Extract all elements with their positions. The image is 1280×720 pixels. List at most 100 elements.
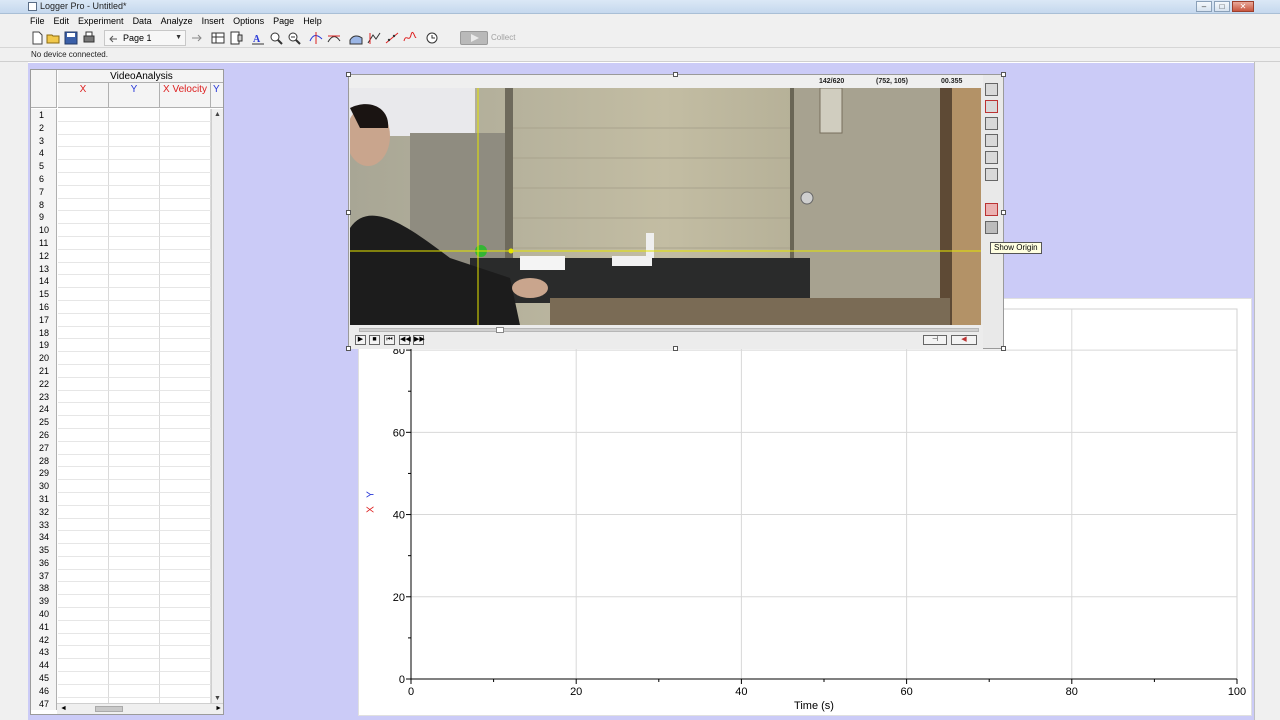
table-row[interactable]: 36 <box>31 556 223 570</box>
table-cell[interactable] <box>109 160 160 173</box>
table-cell[interactable] <box>160 531 211 545</box>
table-cell[interactable] <box>109 275 160 289</box>
table-cell[interactable] <box>58 288 109 301</box>
table-cell[interactable] <box>58 339 109 353</box>
scroll-up-icon[interactable]: ▲ <box>214 111 221 118</box>
table-cell[interactable] <box>109 659 160 673</box>
table-cell[interactable] <box>58 313 109 327</box>
table-cell[interactable] <box>58 467 109 481</box>
table-row[interactable]: 14 <box>31 275 223 289</box>
table-cell[interactable] <box>109 608 160 621</box>
table-cell[interactable] <box>160 492 211 506</box>
table-cell[interactable] <box>160 288 211 301</box>
menu-file[interactable]: File <box>30 14 45 28</box>
table-cell[interactable] <box>160 544 211 557</box>
table-cell[interactable] <box>58 364 109 378</box>
table-row[interactable]: 24 <box>31 403 223 417</box>
table-cell[interactable] <box>58 172 109 186</box>
table-cell[interactable] <box>58 633 109 647</box>
resize-handle-w[interactable] <box>346 210 351 215</box>
table-cell[interactable] <box>160 147 211 161</box>
table-row[interactable]: 1 <box>31 109 223 122</box>
collect-button[interactable] <box>460 31 488 45</box>
add-point-icon[interactable] <box>985 100 998 113</box>
table-cell[interactable] <box>109 249 160 263</box>
table-cell[interactable] <box>58 454 109 468</box>
print-icon[interactable] <box>82 31 96 45</box>
table-row[interactable]: 35 <box>31 544 223 557</box>
scroll-right-icon[interactable]: ► <box>215 705 222 712</box>
table-row[interactable]: 26 <box>31 428 223 442</box>
table-cell[interactable] <box>160 454 211 468</box>
table-cell[interactable] <box>109 364 160 378</box>
table-cell[interactable] <box>109 454 160 468</box>
table-icon[interactable] <box>211 31 225 45</box>
table-row[interactable]: 31 <box>31 492 223 506</box>
table-cell[interactable] <box>160 211 211 225</box>
table-row[interactable]: 22 <box>31 377 223 391</box>
table-cell[interactable] <box>109 544 160 557</box>
table-cell[interactable] <box>109 288 160 301</box>
table-cell[interactable] <box>160 377 211 391</box>
stop-icon[interactable]: ■ <box>369 335 380 345</box>
table-row[interactable]: 5 <box>31 160 223 173</box>
table-cell[interactable] <box>160 428 211 442</box>
table-cell[interactable] <box>160 326 211 340</box>
graph-plot[interactable]: 0 20 40 60 80 100020406080Time (s) <box>359 299 1253 717</box>
table-cell[interactable] <box>109 109 160 122</box>
table-cell[interactable] <box>160 224 211 237</box>
table-cell[interactable] <box>109 172 160 186</box>
photo-distortion-icon[interactable] <box>985 151 998 164</box>
select-point-icon[interactable] <box>985 117 998 130</box>
menu-help[interactable]: Help <box>303 14 322 28</box>
table-cell[interactable] <box>58 672 109 685</box>
table-cell[interactable] <box>160 364 211 378</box>
table-row[interactable]: 46 <box>31 684 223 698</box>
table-cell[interactable] <box>160 390 211 404</box>
table-cell[interactable] <box>109 595 160 609</box>
close-button[interactable]: ✕ <box>1232 1 1254 12</box>
step-forward-icon[interactable]: ▶▶ <box>413 335 425 345</box>
column-header-y-velocity[interactable]: Y <box>211 83 223 108</box>
timeline-knob[interactable] <box>496 327 504 333</box>
step-back-icon[interactable]: ◀◀ <box>399 335 411 345</box>
clock-icon[interactable] <box>425 31 439 45</box>
table-cell[interactable] <box>160 505 211 519</box>
table-row[interactable]: 23 <box>31 390 223 404</box>
maximize-button[interactable]: □ <box>1214 1 1230 12</box>
table-row[interactable]: 29 <box>31 467 223 481</box>
scroll-down-icon[interactable]: ▼ <box>214 695 221 702</box>
table-cell[interactable] <box>109 480 160 493</box>
table-row[interactable]: 25 <box>31 416 223 429</box>
table-cell[interactable] <box>160 262 211 276</box>
table-row[interactable]: 34 <box>31 531 223 545</box>
table-cell[interactable] <box>109 224 160 237</box>
table-cell[interactable] <box>160 134 211 148</box>
table-row[interactable]: 42 <box>31 633 223 647</box>
menu-options[interactable]: Options <box>233 14 264 28</box>
table-cell[interactable] <box>160 121 211 135</box>
plot-area[interactable] <box>410 308 1238 680</box>
menu-analyze[interactable]: Analyze <box>161 14 193 28</box>
table-cell[interactable] <box>160 198 211 212</box>
table-row[interactable]: 21 <box>31 364 223 378</box>
menu-experiment[interactable]: Experiment <box>78 14 124 28</box>
show-origin-icon[interactable] <box>985 221 998 234</box>
zoom-out-icon[interactable] <box>287 31 301 45</box>
table-cell[interactable] <box>58 121 109 135</box>
table-row[interactable]: 17 <box>31 313 223 327</box>
resize-handle-n[interactable] <box>673 72 678 77</box>
table-cell[interactable] <box>160 172 211 186</box>
table-cell[interactable] <box>109 134 160 148</box>
resize-handle-se[interactable] <box>1001 346 1006 351</box>
table-cell[interactable] <box>58 198 109 212</box>
table-cell[interactable] <box>109 416 160 429</box>
table-cell[interactable] <box>109 505 160 519</box>
resize-handle-e[interactable] <box>1001 210 1006 215</box>
table-cell[interactable] <box>58 544 109 557</box>
table-row[interactable]: 45 <box>31 672 223 685</box>
table-cell[interactable] <box>58 326 109 340</box>
page-select[interactable]: Page 1 ▼ <box>104 30 186 46</box>
integral-icon[interactable] <box>349 31 363 45</box>
table-cell[interactable] <box>109 262 160 276</box>
